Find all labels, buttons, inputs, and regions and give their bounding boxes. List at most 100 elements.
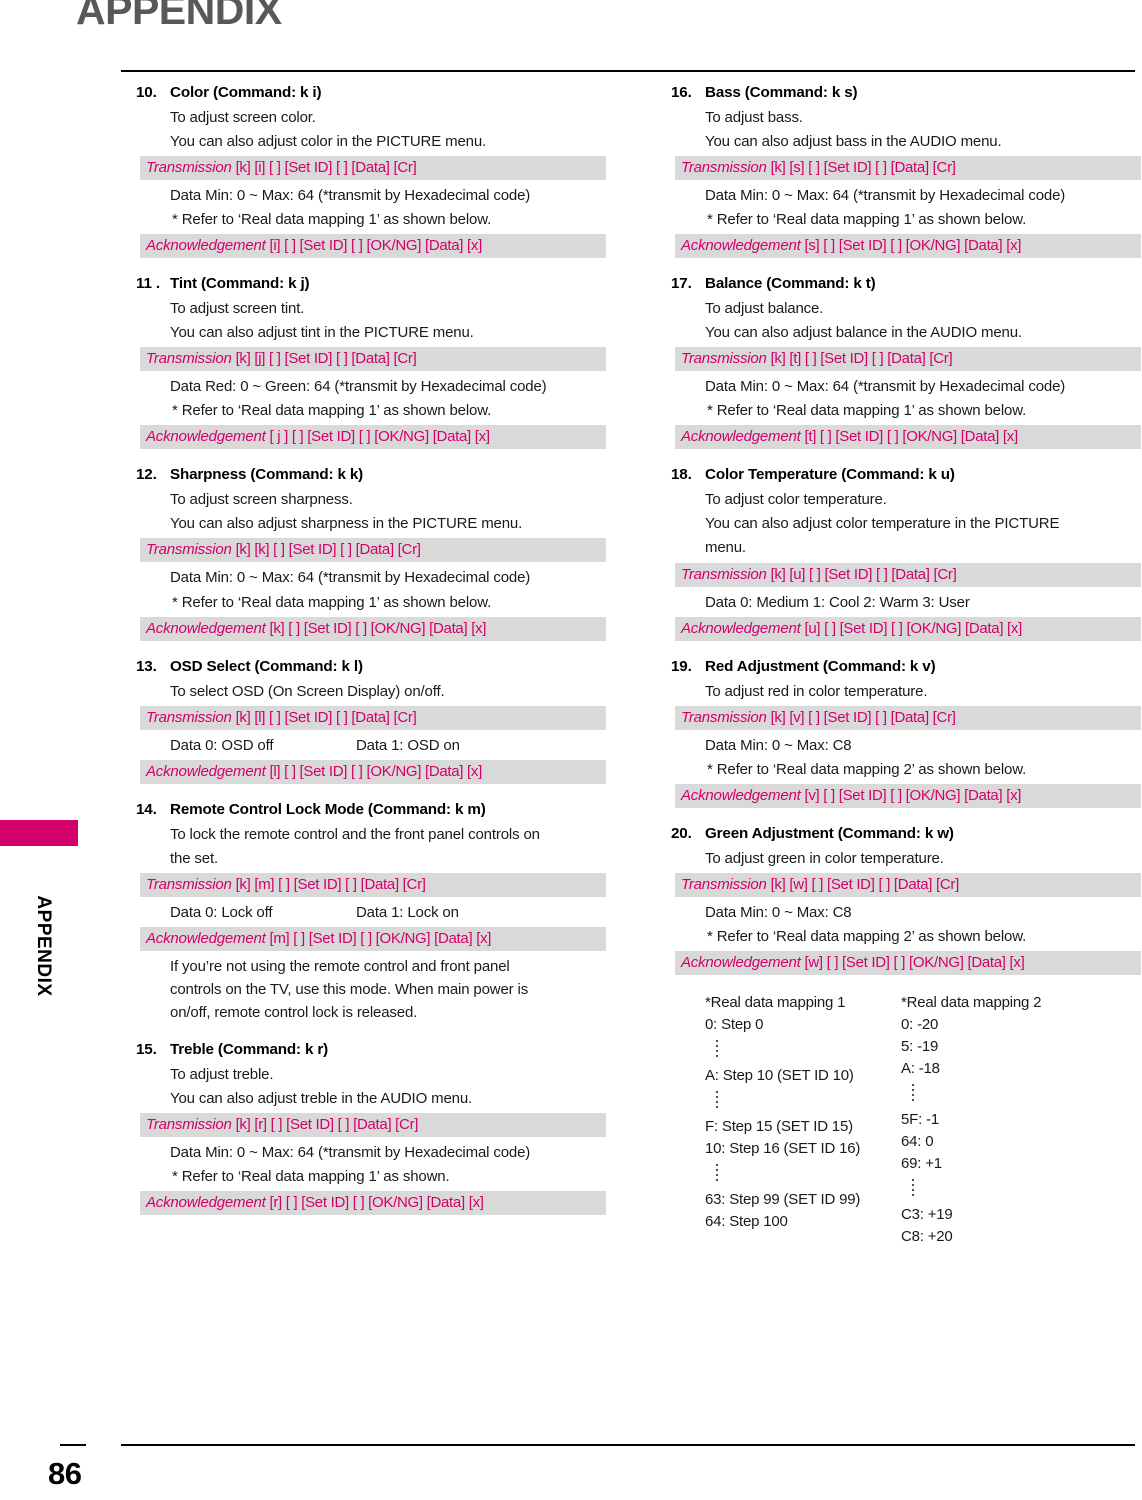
mapping-row: C8: +20 (901, 1227, 953, 1245)
command-body: To adjust red in color temperature. Trans… (671, 681, 1142, 808)
data-value-right: Data 1: OSD on (356, 736, 460, 754)
ack-keyword: Acknowledgement (681, 237, 801, 255)
command-number: 10. (136, 84, 157, 101)
ack-keyword: Acknowledgement (146, 428, 266, 446)
footer-rule-left (60, 1444, 86, 1446)
command-heading: 19. Red Adjustment (Command: k v) (671, 658, 1142, 675)
command-body: To adjust screen sharpness. You can also … (136, 489, 612, 641)
description-line: the set. (170, 849, 218, 867)
ack-keyword: Acknowledgement (681, 786, 801, 804)
mapping-note: * Refer to ‘Real data mapping 2’ as show… (707, 760, 1027, 778)
description-line: You can also adjust bass in the AUDIO me… (705, 133, 1002, 151)
command-item: 12. Sharpness (Command: k k) To adjust scr… (136, 466, 612, 641)
ack-keyword: Acknowledgement (146, 929, 266, 947)
mapping-row: 0: Step 0 (705, 1015, 764, 1033)
transmission-tokens: [k] [l] [ ] [Set ID] [ ] [Data] [Cr] (235, 708, 417, 726)
mapping-note: * Refer to ‘Real data mapping 1’ as show… (707, 402, 1027, 420)
ack-keyword: Acknowledgement (146, 237, 266, 255)
description-line: menu. (705, 539, 746, 557)
command-number: 20. (671, 824, 692, 842)
command-title: Red Adjustment (Command: k v) (705, 657, 936, 675)
data-value-row: Data 0: OSD off Data 1: OSD on (170, 735, 612, 757)
ack-band: Acknowledgement [ j ] [ ] [Set ID] [ ] [… (140, 425, 606, 450)
side-tab-label: APPENDIX (33, 895, 54, 997)
mapping-title: *Real data mapping 1 (705, 993, 846, 1011)
transmission-keyword: Transmission (681, 565, 767, 583)
mapping-note: * Refer to ‘Real data mapping 1’ as show… (172, 211, 492, 229)
transmission-band: Transmission [k] [i] [ ] [Set ID] [ ] [D… (140, 156, 606, 181)
ack-band: Acknowledgement [w] [ ] [Set ID] [ ] [OK… (675, 950, 1141, 975)
command-heading: 10. Color (Command: k i) (136, 84, 612, 101)
ack-band: Acknowledgement [m] [ ] [Set ID] [ ] [OK… (140, 926, 606, 951)
command-number: 17. (671, 275, 692, 293)
description-line: To select OSD (On Screen Display) on/off… (170, 682, 445, 700)
ack-keyword: Acknowledgement (681, 428, 801, 446)
description-line: To lock the remote control and the front… (170, 825, 540, 843)
footer-rule (121, 1444, 1135, 1446)
command-item: 14. Remote Control Lock Mode (Command: k … (136, 801, 612, 1024)
description-line: To adjust bass. (705, 109, 803, 126)
command-body: To adjust color temperature. You can also… (671, 489, 1142, 641)
data-range-line: Data Min: 0 ~ Max: 64 (*transmit by Hexa… (170, 569, 531, 587)
ack-keyword: Acknowledgement (146, 762, 266, 780)
description-line: You can also adjust balance in the AUDIO… (705, 324, 1022, 342)
ack-band: Acknowledgement [u] [ ] [Set ID] [ ] [OK… (675, 616, 1141, 641)
mapping-row: F: Step 15 (SET ID 15) (705, 1117, 853, 1135)
page-number: 86 (48, 1456, 82, 1491)
command-heading: 18. Color Temperature (Command: k u) (671, 466, 1142, 483)
data-value-right: Data 1: Lock on (356, 903, 459, 921)
ack-tokens: [u] [ ] [Set ID] [ ] [OK/NG] [Data] [x] (804, 619, 1022, 637)
ack-tokens: [w] [ ] [Set ID] [ ] [OK/NG] [Data] [x] (804, 953, 1025, 971)
ack-tokens: [m] [ ] [Set ID] [ ] [OK/NG] [Data] [x] (269, 929, 492, 947)
command-body: To adjust treble. You can also adjust tre… (136, 1064, 612, 1216)
command-title: Tint (Command: k j) (170, 275, 310, 293)
command-number: 11 . (136, 275, 160, 293)
command-item: 17. Balance (Command: k t) To adjust balan… (671, 275, 1142, 450)
command-title: Color (Command: k i) (170, 84, 322, 101)
command-title: Remote Control Lock Mode (Command: k m) (170, 800, 486, 818)
command-item: 13. OSD Select (Command: k l) To select OS… (136, 658, 612, 784)
transmission-tokens: [k] [r] [ ] [Set ID] [ ] [Data] [Cr] (235, 1116, 419, 1134)
ack-keyword: Acknowledgement (681, 619, 801, 637)
mapping-title: *Real data mapping 2 (901, 993, 1042, 1011)
command-heading: 17. Balance (Command: k t) (671, 275, 1142, 292)
transmission-tokens: [k] [t] [ ] [Set ID] [ ] [Data] [Cr] (770, 350, 953, 368)
mapping-ellipsis (901, 1080, 1097, 1109)
command-item: 10. Color (Command: k i) To adjust screen … (136, 84, 612, 259)
command-title: Treble (Command: k r) (170, 1040, 329, 1058)
vertical-dots-icon (705, 1087, 901, 1116)
ack-tokens: [v] [ ] [Set ID] [ ] [OK/NG] [Data] [x] (804, 786, 1022, 804)
mapping-row: 10: Step 16 (SET ID 16) (705, 1139, 861, 1157)
command-body: To select OSD (On Screen Display) on/off… (136, 681, 612, 784)
ack-band: Acknowledgement [l] [ ] [Set ID] [ ] [OK… (140, 759, 606, 784)
header-rule (121, 70, 1135, 72)
mapping-row: 5: -19 (901, 1037, 939, 1055)
data-range-line: Data Min: 0 ~ Max: 64 (*transmit by Hexa… (705, 187, 1066, 205)
ack-tokens: [k] [ ] [Set ID] [ ] [OK/NG] [Data] [x] (269, 619, 487, 637)
ack-tokens: [r] [ ] [Set ID] [ ] [OK/NG] [Data] [x] (269, 1194, 484, 1212)
command-body: To adjust balance. You can also adjust ba… (671, 298, 1142, 450)
description-line: To adjust green in color temperature. (705, 849, 944, 867)
command-body: To adjust screen tint. You can also adjus… (136, 298, 612, 450)
mapping-note: * Refer to ‘Real data mapping 1’ as show… (172, 1168, 450, 1186)
ack-band: Acknowledgement [t] [ ] [Set ID] [ ] [OK… (675, 425, 1141, 450)
command-item: 18. Color Temperature (Command: k u) To ad… (671, 466, 1142, 641)
mapping-note: * Refer to ‘Real data mapping 2’ as show… (707, 927, 1027, 945)
vertical-dots-icon (705, 1160, 901, 1189)
ack-tokens: [t] [ ] [Set ID] [ ] [OK/NG] [Data] [x] (804, 428, 1018, 446)
description-line: To adjust treble. (170, 1065, 274, 1083)
ack-keyword: Acknowledgement (146, 1194, 266, 1212)
command-item: 11 . Tint (Command: k j) To adjust screen … (136, 275, 612, 450)
command-number: 19. (671, 657, 692, 675)
vertical-dots-icon (705, 1036, 901, 1065)
description-line: You can also adjust color temperature in… (705, 515, 1060, 533)
transmission-tokens: [k] [s] [ ] [Set ID] [ ] [Data] [Cr] (770, 159, 956, 177)
mapping-row: 5F: -1 (901, 1110, 939, 1128)
data-range-line: Data Red: 0 ~ Green: 64 (*transmit by He… (170, 378, 547, 396)
description-line: To adjust red in color temperature. (705, 682, 928, 700)
data-range-line: Data Min: 0 ~ Max: 64 (*transmit by Hexa… (705, 378, 1066, 396)
appendix-page: APPENDIX APPENDIX 10. Color (Command: k i… (0, 0, 1142, 1500)
transmission-band: Transmission [k] [v] [ ] [Set ID] [ ] [D… (675, 705, 1141, 730)
transmission-band: Transmission [k] [k] [ ] [Set ID] [ ] [D… (140, 538, 606, 563)
command-body: To adjust screen color. You can also adju… (136, 107, 612, 259)
